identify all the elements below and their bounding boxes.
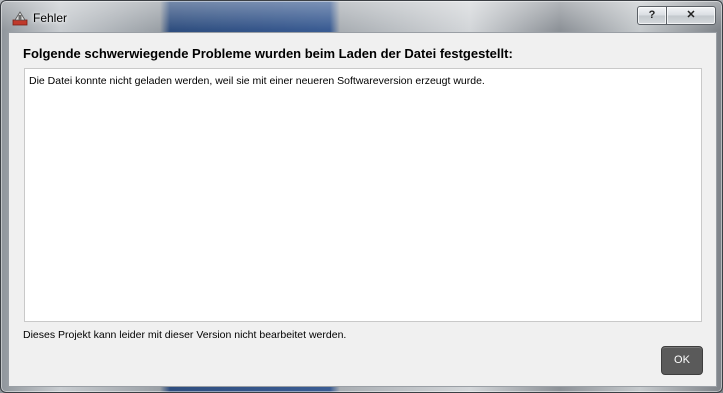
close-button[interactable]: ✕	[666, 6, 716, 25]
app-logo-icon	[12, 11, 28, 26]
dialog-client-area: Folgende schwerwiegende Probleme wurden …	[8, 32, 717, 387]
window-title: Fehler	[33, 11, 68, 25]
ok-button[interactable]: OK	[661, 346, 703, 375]
details-message: Die Datei konnte nicht geladen werden, w…	[29, 75, 485, 87]
dialog-heading: Folgende schwerwiegende Probleme wurden …	[23, 46, 513, 61]
details-text-area[interactable]: Die Datei konnte nicht geladen werden, w…	[24, 68, 702, 322]
footer-message: Dieses Projekt kann leider mit dieser Ve…	[23, 329, 347, 341]
help-button[interactable]: ?	[637, 6, 667, 25]
